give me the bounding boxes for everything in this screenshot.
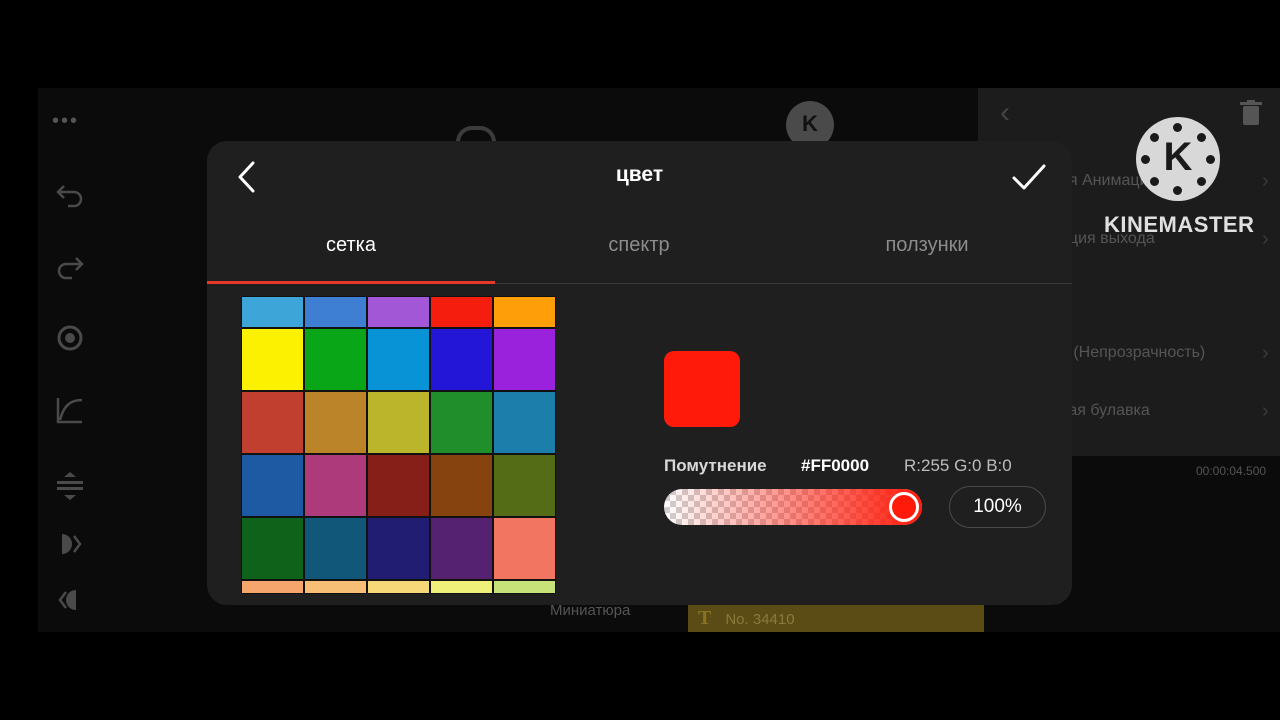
timeline-text-clip: T No. 34410 [688, 604, 984, 632]
dialog-title: цвет [615, 163, 664, 186]
color-swatch[interactable] [367, 454, 430, 517]
layers-icon [50, 470, 90, 510]
active-tab-indicator [207, 281, 495, 284]
opacity-slider-handle[interactable] [889, 492, 919, 522]
chevron-right-icon: › [1262, 400, 1269, 422]
timeline-timestamp: 00:00:04.500 [1196, 464, 1267, 478]
confirm-button[interactable] [1011, 161, 1047, 193]
chevron-right-icon: › [1262, 170, 1269, 192]
color-swatch[interactable] [304, 391, 367, 454]
trash-icon [1240, 100, 1262, 125]
color-swatch[interactable] [367, 580, 430, 594]
hex-value[interactable]: #FF0000 [801, 456, 869, 476]
tab-sliders[interactable]: ползунки [783, 234, 1071, 257]
chevron-right-icon: › [1262, 342, 1269, 364]
color-swatch[interactable] [493, 580, 556, 594]
color-swatch[interactable] [430, 391, 493, 454]
record-icon [50, 322, 90, 362]
color-swatch[interactable] [241, 517, 304, 580]
color-swatch[interactable] [304, 454, 367, 517]
color-swatch-grid [241, 296, 556, 594]
opacity-label: Помутнение [664, 456, 767, 475]
color-swatch[interactable] [493, 391, 556, 454]
color-swatch[interactable] [304, 580, 367, 594]
kinemaster-watermark-text: KINEMASTER [1104, 212, 1255, 237]
color-swatch[interactable] [304, 517, 367, 580]
chevron-right-icon: › [1262, 228, 1269, 250]
color-swatch[interactable] [367, 391, 430, 454]
selected-color-preview [664, 351, 740, 427]
audio-fade-in-icon [50, 528, 90, 568]
undo-icon [50, 178, 90, 218]
rgb-value: R:255 G:0 B:0 [904, 456, 1012, 475]
color-swatch[interactable] [493, 328, 556, 391]
color-swatch[interactable] [367, 517, 430, 580]
opacity-slider-fill [664, 489, 922, 525]
panel-item-opacity: а (Непрозрачность) [1060, 344, 1206, 361]
panel-back-icon: ‹ [1000, 96, 1010, 129]
color-swatch[interactable] [241, 580, 304, 594]
color-swatch[interactable] [304, 296, 367, 328]
color-swatch[interactable] [430, 454, 493, 517]
color-swatch[interactable] [430, 580, 493, 594]
more-icon: ••• [52, 110, 80, 132]
color-swatch[interactable] [241, 454, 304, 517]
color-swatch[interactable] [367, 328, 430, 391]
color-swatch[interactable] [241, 296, 304, 328]
color-swatch[interactable] [367, 296, 430, 328]
curve-icon [50, 394, 90, 434]
opacity-slider[interactable] [664, 489, 922, 525]
redo-icon [50, 250, 90, 290]
audio-fade-out-icon [50, 584, 90, 624]
color-swatch[interactable] [241, 391, 304, 454]
color-swatch[interactable] [241, 328, 304, 391]
panel-item-pin: вая булавка [1060, 402, 1150, 419]
color-picker-dialog: цвет сетка спектр ползунки Помутнение #F… [207, 141, 1072, 605]
color-swatch[interactable] [430, 296, 493, 328]
color-swatch[interactable] [304, 328, 367, 391]
color-swatch[interactable] [430, 517, 493, 580]
tab-spectrum[interactable]: спектр [495, 234, 783, 257]
color-swatch[interactable] [493, 454, 556, 517]
tab-grid[interactable]: сетка [207, 234, 495, 257]
color-swatch[interactable] [493, 296, 556, 328]
opacity-percent-field[interactable]: 100% [949, 486, 1046, 528]
color-swatch[interactable] [493, 517, 556, 580]
kinemaster-watermark-logo: K [1136, 117, 1220, 201]
color-swatch[interactable] [430, 328, 493, 391]
